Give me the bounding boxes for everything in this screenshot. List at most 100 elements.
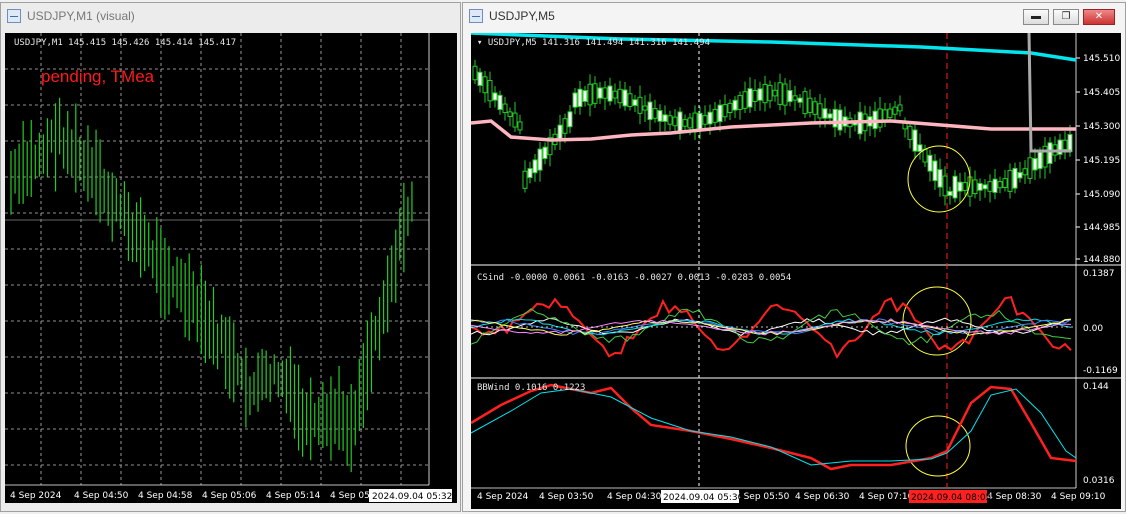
candle-body — [937, 169, 943, 188]
candle-body — [527, 168, 533, 179]
candle-body — [757, 88, 763, 101]
minimize-button[interactable]: ▬ — [1023, 9, 1049, 25]
bbwind-scale-top: 0.144 — [1083, 382, 1109, 392]
time-label: 4 Sep 07:10 — [859, 492, 914, 502]
candle-body — [632, 99, 638, 107]
right-chart-area[interactable]: 145.510 145.405 145.300 145.195 145.090 144.9… — [471, 33, 1121, 509]
candle-body — [517, 121, 523, 131]
candle-body — [837, 109, 843, 131]
price-label: 145.300 — [1083, 122, 1120, 132]
csind-scale-top: 0.1387 — [1083, 269, 1115, 279]
candle-body — [642, 105, 648, 111]
candle-body — [672, 116, 678, 127]
price-label: 145.510 — [1083, 54, 1120, 64]
time-label: 4 Sep 04:50 — [74, 491, 129, 501]
csind-label: CSind -0.0000 0.0061 -0.0163 -0.0027 0.0… — [477, 273, 792, 283]
candle-body — [1022, 168, 1028, 176]
candle-body — [532, 159, 538, 174]
candle-body — [772, 89, 778, 97]
candle-body — [482, 76, 488, 94]
candle-body — [1042, 145, 1048, 168]
candle-body — [897, 104, 903, 112]
candle-body — [752, 90, 758, 102]
candle-body — [822, 108, 828, 119]
candle-body — [787, 90, 793, 103]
candle-body — [677, 111, 683, 134]
candle-body — [577, 88, 583, 108]
candle-body — [602, 87, 608, 99]
candle-body — [702, 115, 708, 125]
left-chart-window[interactable]: USDJPY,M1 (visual) 4 Sep 2024 4 Sep 04:50… — [0, 2, 461, 512]
candle-body — [1037, 151, 1043, 170]
candle-body — [722, 104, 728, 118]
candle-body — [657, 110, 663, 122]
candle-body — [1062, 139, 1068, 151]
price-label: 145.090 — [1083, 190, 1120, 200]
candle-body — [667, 115, 673, 125]
candle-body — [982, 184, 988, 190]
candle-body — [727, 102, 733, 113]
candle-body — [977, 182, 983, 191]
candle-body — [597, 87, 603, 99]
left-window-titlebar[interactable]: USDJPY,M1 (visual) — [1, 3, 460, 29]
candle-body — [477, 71, 483, 87]
candle-body — [647, 101, 653, 121]
candle-body — [957, 181, 963, 192]
time-label: 4 Sep 05:14 — [266, 491, 321, 501]
time-highlight-white-label: 2024.09.04 05:30 — [663, 493, 744, 503]
restore-button[interactable]: ❐ — [1053, 9, 1079, 25]
candle-body — [762, 83, 768, 104]
candle-body — [952, 175, 958, 199]
candle-body — [717, 104, 723, 123]
time-highlight-label: 2024.09.04 05:32 — [372, 492, 452, 502]
bbwind-scale-bottom: 0.0316 — [1083, 476, 1115, 486]
candle-body — [992, 178, 998, 193]
price-label: 144.880 — [1083, 255, 1120, 265]
candle-body — [712, 108, 718, 123]
time-label: 4 Sep 03:50 — [539, 492, 594, 502]
candle-body — [807, 97, 813, 113]
candle-body — [707, 111, 713, 125]
candle-body — [932, 160, 938, 182]
candle-body — [572, 92, 578, 108]
candle-body — [972, 179, 978, 195]
candle-body — [782, 83, 788, 106]
candle-body — [1017, 171, 1023, 179]
csind-scale-bottom: -0.1169 — [1083, 366, 1118, 376]
candle-body — [877, 108, 883, 128]
right-window-title: USDJPY,M5 — [489, 9, 555, 23]
chart-app-icon — [469, 9, 483, 23]
candle-body — [1032, 158, 1038, 171]
candle-body — [502, 103, 508, 114]
candle-body — [802, 91, 808, 115]
candle-body — [472, 65, 478, 81]
candle-body — [682, 119, 688, 127]
candle-body — [1047, 142, 1053, 165]
chart-menu-arrow-icon[interactable]: ▾ — [477, 38, 488, 48]
candle-body — [622, 89, 628, 107]
candle-body — [592, 83, 598, 104]
candle-body — [492, 92, 498, 101]
right-ohlc-readout: ▾ USDJPY,M5 141.316 141.494 141.316 141.… — [477, 38, 710, 48]
candle-body — [612, 90, 618, 99]
csind-scale-mid: 0.00 — [1083, 324, 1103, 334]
right-chart-window[interactable]: USDJPY,M5 ▬ ❐ ✕ 145.510 145.405 145.300 145… — [462, 2, 1126, 512]
candle-body — [817, 103, 823, 119]
candle-body — [1027, 157, 1033, 179]
candle-body — [832, 108, 838, 128]
candle-body — [587, 83, 593, 106]
candle-body — [962, 182, 968, 191]
candle-body — [927, 154, 933, 172]
price-label: 145.405 — [1083, 88, 1120, 98]
candle-body — [1002, 178, 1008, 188]
candle-body — [747, 88, 753, 108]
candle-body — [922, 148, 928, 163]
candle-body — [997, 181, 1003, 189]
candle-body — [627, 93, 633, 108]
candle-body — [652, 108, 658, 119]
close-button[interactable]: ✕ — [1083, 9, 1115, 25]
candle-body — [697, 112, 703, 130]
candle-body — [637, 96, 643, 114]
left-chart-area[interactable]: 4 Sep 2024 4 Sep 04:50 4 Sep 04:58 4 Sep 05… — [5, 33, 457, 503]
bbwind-signal-line — [471, 388, 1077, 466]
